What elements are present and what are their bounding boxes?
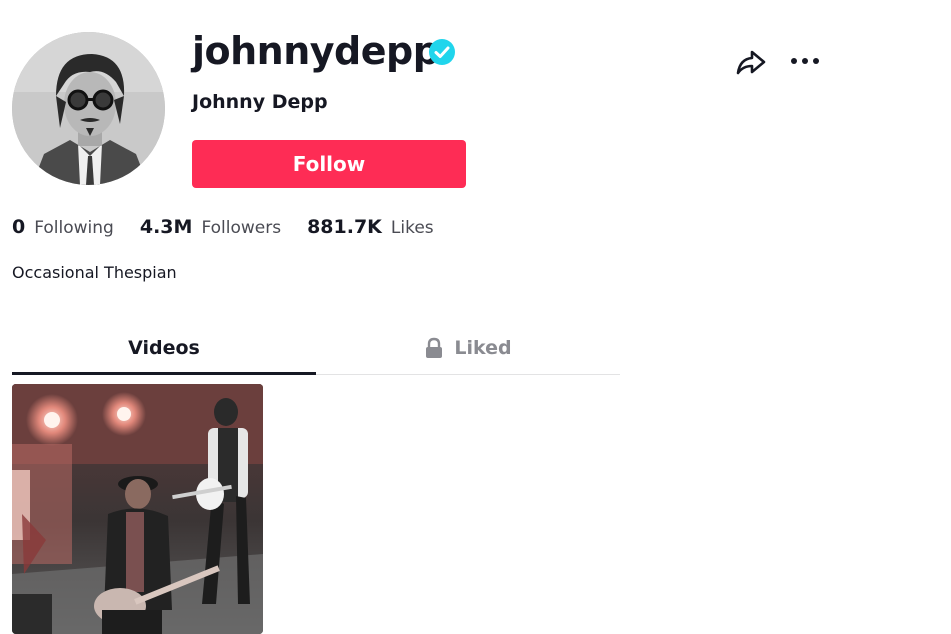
video-thumbnail[interactable] — [12, 384, 263, 634]
video-thumbnail-image — [12, 384, 263, 634]
profile-bio: Occasional Thespian — [12, 263, 177, 282]
share-arrow-icon[interactable] — [735, 47, 767, 77]
stat-label: Likes — [390, 218, 434, 238]
stat-label: Following — [34, 218, 114, 238]
stat-value: 0 — [12, 216, 26, 238]
avatar-portrait — [12, 32, 165, 185]
verified-check-icon — [429, 39, 455, 65]
profile-username: johnnydepp — [192, 29, 440, 73]
profile-avatar[interactable] — [12, 32, 165, 185]
stat-value: 881.7K — [307, 216, 382, 238]
tab-label: Liked — [454, 337, 512, 359]
more-horizontal-icon[interactable] — [788, 48, 822, 74]
lock-icon — [426, 337, 443, 358]
profile-tabs: Videos Liked — [12, 322, 620, 375]
tab-label: Videos — [128, 337, 200, 359]
stat-label: Followers — [201, 218, 282, 238]
stat-value: 4.3M — [139, 216, 193, 238]
profile-stats: 0 Following 4.3M Followers 881.7K Likes — [12, 216, 460, 238]
tab-liked[interactable]: Liked — [316, 322, 620, 374]
stat-followers[interactable]: 4.3M Followers — [140, 216, 281, 238]
stat-likes: 881.7K Likes — [307, 216, 434, 238]
stat-following[interactable]: 0 Following — [12, 216, 114, 238]
tab-videos[interactable]: Videos — [12, 322, 316, 375]
follow-button[interactable]: Follow — [192, 140, 466, 188]
profile-display-name: Johnny Depp — [192, 91, 328, 113]
